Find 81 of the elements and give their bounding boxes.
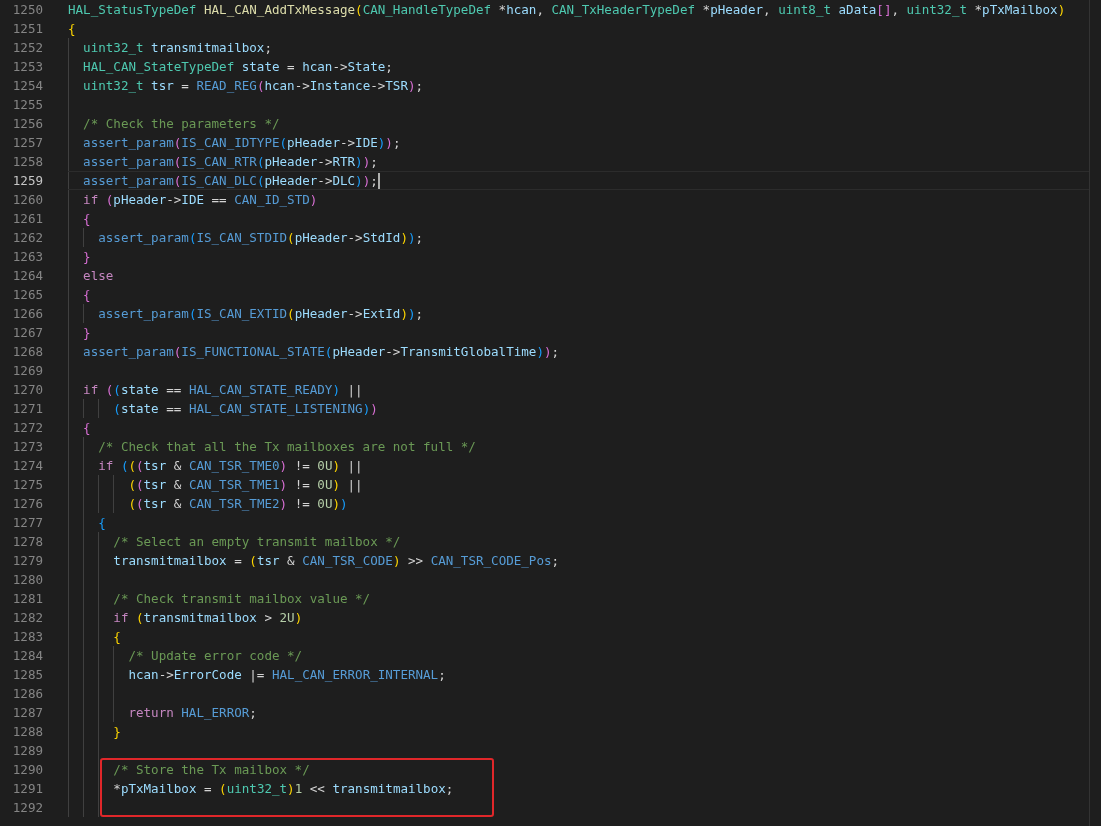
- code-line: {: [97, 514, 106, 532]
- code-line: assert_param(IS_CAN_DLC(pHeader->DLC));: [82, 172, 378, 190]
- line-number: 1265: [11, 286, 43, 304]
- line-number: 1258: [11, 153, 43, 171]
- code-line: hcan->ErrorCode |= HAL_CAN_ERROR_INTERNAL;: [127, 666, 446, 684]
- code-line: if (((tsr & CAN_TSR_TME0) != 0U) ||: [97, 457, 363, 475]
- line-number: 1262: [11, 229, 43, 247]
- code-line: return HAL_ERROR;: [127, 704, 257, 722]
- code-line: assert_param(IS_CAN_STDID(pHeader->StdId));: [97, 229, 424, 247]
- line-number: 1264: [11, 267, 43, 285]
- line-number: 1273: [11, 438, 43, 456]
- line-number: 1252: [11, 39, 43, 57]
- line-number: 1260: [11, 191, 43, 209]
- line-number: 1271: [11, 400, 43, 418]
- line-number: 1280: [11, 571, 43, 589]
- line-number: 1289: [11, 742, 43, 760]
- line-number: 1279: [11, 552, 43, 570]
- code-line: HAL_CAN_StateTypeDef state = hcan->State;: [82, 58, 393, 76]
- code-line: /* Check that all the Tx mailboxes are not full */: [97, 438, 476, 456]
- line-number: 1254: [11, 77, 43, 95]
- line-number: 1275: [11, 476, 43, 494]
- code-line: (state == HAL_CAN_STATE_LISTENING)): [112, 400, 378, 418]
- line-number: 1288: [11, 723, 43, 741]
- code-line: if (pHeader->IDE == CAN_ID_STD): [82, 191, 318, 209]
- code-line: /* Store the Tx mailbox */: [112, 761, 310, 779]
- code-line: {: [112, 628, 121, 646]
- line-number: 1266: [11, 305, 43, 323]
- code-line: else: [82, 267, 114, 285]
- line-number: 1270: [11, 381, 43, 399]
- code-line: assert_param(IS_FUNCTIONAL_STATE(pHeader->TransmitGlobalTime));: [82, 343, 560, 361]
- code-line: /* Check transmit mailbox value */: [112, 590, 371, 608]
- code-line: uint32_t tsr = READ_REG(hcan->Instance->TSR);: [82, 77, 424, 95]
- line-number: 1277: [11, 514, 43, 532]
- code-line: HAL_StatusTypeDef HAL_CAN_AddTxMessage(CAN_HandleTypeDef *hcan, CAN_TxHeaderTypeDef *pHeader, uint8_t aData[], uint32_t *pTxMailbox): [68, 1, 1066, 19]
- code-line: /* Update error code */: [127, 647, 303, 665]
- code-line: assert_param(IS_CAN_RTR(pHeader->RTR));: [82, 153, 378, 171]
- line-number: 1290: [11, 761, 43, 779]
- code-line: /* Check the parameters */: [82, 115, 280, 133]
- code-line: *pTxMailbox = (uint32_t)1 << transmitmailbox;: [112, 780, 454, 798]
- line-number: 1253: [11, 58, 43, 76]
- line-number: 1292: [11, 799, 43, 817]
- line-number: 1291: [11, 780, 43, 798]
- line-number: 1257: [11, 134, 43, 152]
- code-line: if ((state == HAL_CAN_STATE_READY) ||: [82, 381, 363, 399]
- code-line: {: [82, 210, 91, 228]
- code-line: assert_param(IS_CAN_IDTYPE(pHeader->IDE));: [82, 134, 401, 152]
- line-number: 1269: [11, 362, 43, 380]
- code-line: }: [82, 324, 91, 342]
- code-line: uint32_t transmitmailbox;: [82, 39, 272, 57]
- code-line: transmitmailbox = (tsr & CAN_TSR_CODE) >> CAN_TSR_CODE_Pos;: [112, 552, 560, 570]
- line-number: 1256: [11, 115, 43, 133]
- code-line: assert_param(IS_CAN_EXTID(pHeader->ExtId));: [97, 305, 424, 323]
- text-cursor: [377, 172, 380, 189]
- line-number: 1267: [11, 324, 43, 342]
- line-number: 1259: [11, 172, 43, 190]
- code-line: {: [68, 20, 76, 38]
- code-line: }: [82, 248, 91, 266]
- code-line: }: [112, 723, 121, 741]
- line-number: 1263: [11, 248, 43, 266]
- line-number: 1274: [11, 457, 43, 475]
- line-number: 1255: [11, 96, 43, 114]
- code-line: ((tsr & CAN_TSR_TME2) != 0U)): [127, 495, 348, 513]
- line-number: 1286: [11, 685, 43, 703]
- line-number: 1272: [11, 419, 43, 437]
- line-number: 1261: [11, 210, 43, 228]
- line-number: 1283: [11, 628, 43, 646]
- code-line: {: [82, 286, 91, 304]
- line-number: 1284: [11, 647, 43, 665]
- line-number: 1251: [11, 20, 43, 38]
- line-number: 1276: [11, 495, 43, 513]
- line-number: 1282: [11, 609, 43, 627]
- line-number: 1287: [11, 704, 43, 722]
- code-line: /* Select an empty transmit mailbox */: [112, 533, 401, 551]
- line-number: 1285: [11, 666, 43, 684]
- line-number: 1278: [11, 533, 43, 551]
- line-number: 1281: [11, 590, 43, 608]
- line-number: 1268: [11, 343, 43, 361]
- code-line: {: [82, 419, 91, 437]
- code-line: if (transmitmailbox > 2U): [112, 609, 303, 627]
- line-number: 1250: [11, 1, 43, 19]
- code-line: ((tsr & CAN_TSR_TME1) != 0U) ||: [127, 476, 363, 494]
